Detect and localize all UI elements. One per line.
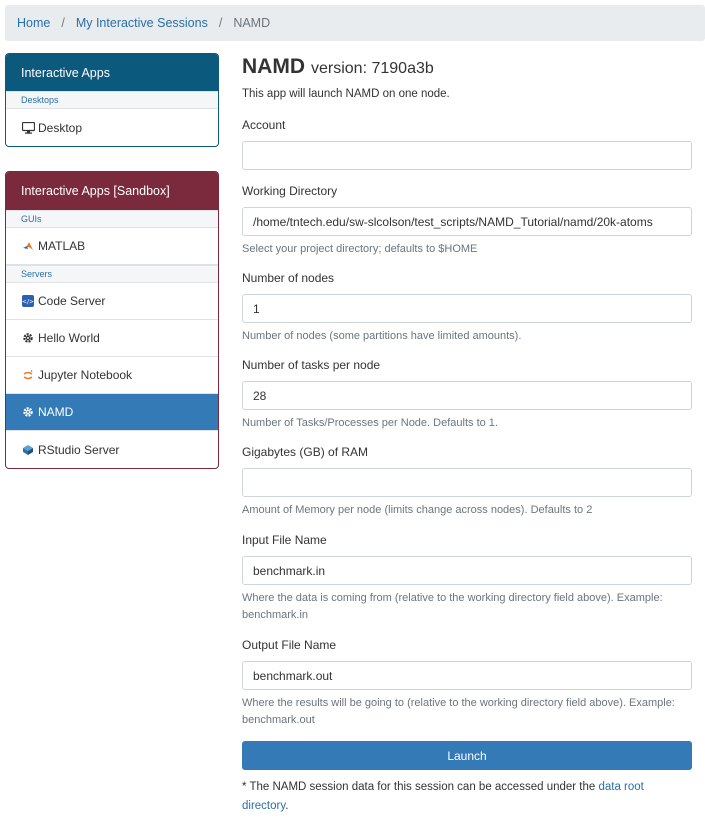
page-title: NAMD version: 7190a3b bbox=[242, 55, 692, 83]
breadcrumb: Home / My Interactive Sessions / NAMD bbox=[5, 5, 705, 41]
matlab-icon bbox=[21, 239, 35, 253]
field-nodes: Number of nodes Number of nodes (some pa… bbox=[242, 271, 692, 345]
input-file-input[interactable] bbox=[242, 556, 692, 585]
note-suffix: . bbox=[285, 800, 289, 812]
ram-label: Gigabytes (GB) of RAM bbox=[242, 445, 369, 459]
sidebar-item-label: Hello World bbox=[38, 331, 100, 345]
sidebar-item-matlab[interactable]: MATLAB bbox=[6, 228, 218, 265]
breadcrumb-current: NAMD bbox=[233, 16, 271, 30]
account-label: Account bbox=[242, 118, 286, 132]
sidebar-group-guis: GUIs bbox=[6, 210, 218, 228]
tasks-input[interactable] bbox=[242, 381, 692, 410]
ram-help: Amount of Memory per node (limits change… bbox=[242, 504, 593, 516]
gear-icon bbox=[21, 331, 35, 345]
sidebar-group-servers: Servers bbox=[6, 265, 218, 283]
sidebar-item-label: Code Server bbox=[38, 294, 106, 308]
field-working-directory: Working Directory Select your project di… bbox=[242, 184, 692, 258]
rstudio-icon bbox=[21, 443, 35, 457]
breadcrumb-home-link[interactable]: Home bbox=[17, 16, 50, 30]
nodes-label: Number of nodes bbox=[242, 271, 335, 285]
input-file-label: Input File Name bbox=[242, 533, 327, 547]
sidebar-item-namd[interactable]: NAMD bbox=[6, 394, 218, 431]
sidebar-item-label: Jupyter Notebook bbox=[38, 368, 133, 382]
sidebar-item-label: RStudio Server bbox=[38, 442, 120, 457]
app-version: version: 7190a3b bbox=[311, 60, 434, 77]
monitor-icon bbox=[21, 121, 35, 135]
sidebar-item-hello-world[interactable]: Hello World bbox=[6, 320, 218, 357]
working-directory-help: Select your project directory; defaults … bbox=[242, 243, 478, 255]
tasks-label: Number of tasks per node bbox=[242, 358, 381, 372]
sidebar-interactive-apps: Interactive Apps Desktops Desktop bbox=[5, 53, 219, 147]
ram-input[interactable] bbox=[242, 468, 692, 497]
account-input[interactable] bbox=[242, 141, 692, 170]
sidebar-item-code-server[interactable]: </> Code Server bbox=[6, 283, 218, 320]
sidebar-item-label: MATLAB bbox=[38, 239, 86, 253]
code-server-icon: </> bbox=[21, 294, 35, 308]
sidebar-item-label: Desktop bbox=[38, 120, 83, 135]
sidebar-item-rstudio-server[interactable]: RStudio Server bbox=[6, 431, 218, 468]
sidebar-item-label: NAMD bbox=[38, 405, 74, 419]
session-form: NAMD version: 7190a3b This app will laun… bbox=[242, 55, 692, 812]
note-text: * The NAMD session data for this session… bbox=[242, 781, 599, 793]
nodes-help: Number of nodes (some partitions have li… bbox=[242, 330, 522, 342]
sidebar-item-jupyter-notebook[interactable]: Jupyter Notebook bbox=[6, 357, 218, 394]
field-tasks-per-node: Number of tasks per node Number of Tasks… bbox=[242, 358, 692, 432]
jupyter-icon bbox=[21, 368, 35, 382]
sidebar-item-desktop[interactable]: Desktop bbox=[6, 109, 218, 146]
field-ram: Gigabytes (GB) of RAM Amount of Memory p… bbox=[242, 445, 692, 519]
app-name: NAMD bbox=[242, 55, 305, 78]
field-input-file: Input File Name Where the data is coming… bbox=[242, 533, 692, 624]
svg-text:</>: </> bbox=[22, 299, 34, 306]
sidebar-panel-title: Interactive Apps [Sandbox] bbox=[6, 172, 218, 210]
output-file-label: Output File Name bbox=[242, 638, 337, 652]
output-file-help: Where the results will be going to (rela… bbox=[242, 697, 675, 726]
launch-button[interactable]: Launch bbox=[242, 741, 692, 770]
field-output-file: Output File Name Where the results will … bbox=[242, 638, 692, 729]
input-file-help: Where the data is coming from (relative … bbox=[242, 592, 663, 621]
breadcrumb-separator: / bbox=[61, 16, 65, 30]
nodes-input[interactable] bbox=[242, 294, 692, 323]
working-directory-input[interactable] bbox=[242, 207, 692, 236]
sidebar-panel-title: Interactive Apps bbox=[6, 54, 218, 91]
gear-icon bbox=[21, 405, 35, 419]
field-account: Account bbox=[242, 118, 692, 170]
page-subtitle: This app will launch NAMD on one node. bbox=[242, 88, 450, 100]
output-file-input[interactable] bbox=[242, 661, 692, 690]
breadcrumb-sessions-link[interactable]: My Interactive Sessions bbox=[76, 16, 208, 30]
sidebar-interactive-apps-sandbox: Interactive Apps [Sandbox] GUIs MATLAB S… bbox=[5, 171, 219, 469]
data-root-note: * The NAMD session data for this session… bbox=[242, 778, 692, 816]
sidebar-group-desktops: Desktops bbox=[6, 91, 218, 109]
breadcrumb-separator: / bbox=[218, 16, 223, 30]
working-directory-label: Working Directory bbox=[242, 184, 338, 198]
tasks-help: Number of Tasks/Processes per Node. Defa… bbox=[242, 417, 498, 429]
